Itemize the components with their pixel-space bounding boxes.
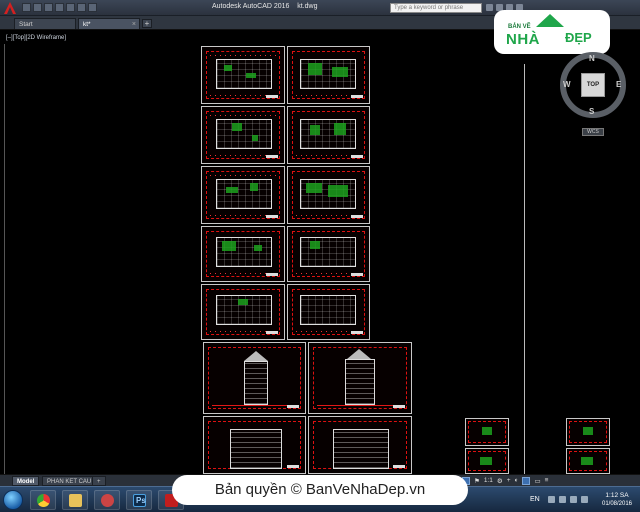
drawing-sheet xyxy=(201,226,285,282)
drawing-sheet xyxy=(201,166,285,224)
drawing-sheet xyxy=(287,226,370,282)
plus-icon[interactable]: + xyxy=(507,477,511,485)
viewcube-top-face[interactable]: TOP xyxy=(581,73,605,97)
windows-start-icon[interactable] xyxy=(3,490,23,510)
system-tray xyxy=(548,496,588,503)
save-icon[interactable] xyxy=(44,3,53,12)
logo-brand-main: NHÀ xyxy=(506,31,540,48)
detail-sheet xyxy=(465,418,509,446)
network-icon[interactable] xyxy=(559,496,566,503)
isolate-icon[interactable]: ◐ xyxy=(515,477,519,485)
drawing-sheet xyxy=(287,284,370,340)
quick-access-toolbar xyxy=(22,3,97,12)
photoshop-icon[interactable]: Ps xyxy=(126,490,152,510)
status-bar-tools: ⚑ 1:1 ⚙ + ◐ ▭ ≡ xyxy=(462,477,548,485)
compass-east[interactable]: E xyxy=(616,80,621,89)
tab-drawing-label: kt* xyxy=(83,21,91,28)
drawing-sheet xyxy=(308,342,412,414)
search-input[interactable]: Type a keyword or phrase xyxy=(390,3,482,13)
compass-west[interactable]: W xyxy=(563,80,571,89)
fullscreen-icon[interactable]: ▭ xyxy=(534,477,540,485)
drawing-sheet xyxy=(201,106,285,164)
viewport-controls-label[interactable]: [–][Top][2D Wireframe] xyxy=(6,35,66,41)
clock-time[interactable]: 1:12 SA xyxy=(600,492,634,499)
window-title: Autodesk AutoCAD 2016 kt.dwg xyxy=(212,3,317,10)
drawing-sheet xyxy=(203,416,306,474)
drawing-sheet xyxy=(201,46,285,104)
new-tab-plus-icon[interactable]: + xyxy=(142,19,152,28)
print-icon[interactable] xyxy=(66,3,75,12)
flag-icon[interactable] xyxy=(548,496,555,503)
new-icon[interactable] xyxy=(22,3,31,12)
compass-south[interactable]: S xyxy=(589,107,594,116)
house-logo-icon xyxy=(536,14,564,27)
language-indicator[interactable]: EN xyxy=(530,496,540,503)
close-icon[interactable]: × xyxy=(132,19,136,30)
compass-north[interactable]: N xyxy=(589,54,595,63)
redo-icon[interactable] xyxy=(88,3,97,12)
copyright-banner: Bản quyền © BanVeNhaDep.vn xyxy=(172,475,468,505)
clock-date[interactable]: 01/08/2016 xyxy=(600,501,634,507)
drawing-sheet xyxy=(287,46,370,104)
chrome-icon[interactable] xyxy=(30,490,56,510)
volume-icon[interactable] xyxy=(570,496,577,503)
viewport-divider xyxy=(4,44,5,474)
wcs-menu[interactable]: WCS xyxy=(582,128,604,136)
detail-sheet xyxy=(566,418,610,446)
detail-sheet xyxy=(465,448,509,474)
annotation-scale-value[interactable]: 1:1 xyxy=(484,477,493,485)
undo-icon[interactable] xyxy=(77,3,86,12)
folder-icon[interactable] xyxy=(62,490,88,510)
logo-small-text: BẢN VẼ xyxy=(508,24,531,30)
drawing-sheet xyxy=(203,342,306,414)
drawing-boundary-line xyxy=(524,64,525,474)
open-icon[interactable] xyxy=(33,3,42,12)
gear-icon[interactable]: ⚙ xyxy=(497,477,503,485)
tab-start-label: Start xyxy=(19,21,33,28)
hardware-acceleration-icon[interactable] xyxy=(522,477,531,485)
tab-layout-phan-ket-cau[interactable]: PHAN KET CAU xyxy=(42,476,97,486)
autocad-a-icon[interactable] xyxy=(3,1,17,15)
drawing-viewport[interactable]: [–][Top][2D Wireframe] xyxy=(0,30,640,474)
file-name: kt.dwg xyxy=(297,3,318,10)
logo-brand-tail: ĐẸP xyxy=(565,30,592,45)
search-icon[interactable] xyxy=(486,4,493,11)
add-layout-plus-icon[interactable]: + xyxy=(92,476,106,486)
drawing-sheet xyxy=(287,166,370,224)
app-name: Autodesk AutoCAD 2016 xyxy=(212,3,290,10)
file-manager-icon[interactable] xyxy=(94,490,120,510)
drawing-sheet xyxy=(287,106,370,164)
detail-sheet xyxy=(566,448,610,474)
annotation-scale-icon[interactable]: ⚑ xyxy=(474,477,480,485)
customize-icon[interactable]: ≡ xyxy=(545,477,549,485)
tab-start[interactable]: Start xyxy=(14,18,76,29)
power-icon[interactable] xyxy=(581,496,588,503)
save-as-icon[interactable] xyxy=(55,3,64,12)
drawing-sheet xyxy=(201,284,285,340)
tab-model[interactable]: Model xyxy=(12,476,40,486)
drawing-sheet xyxy=(308,416,412,474)
tab-drawing[interactable]: kt* × xyxy=(78,18,140,29)
